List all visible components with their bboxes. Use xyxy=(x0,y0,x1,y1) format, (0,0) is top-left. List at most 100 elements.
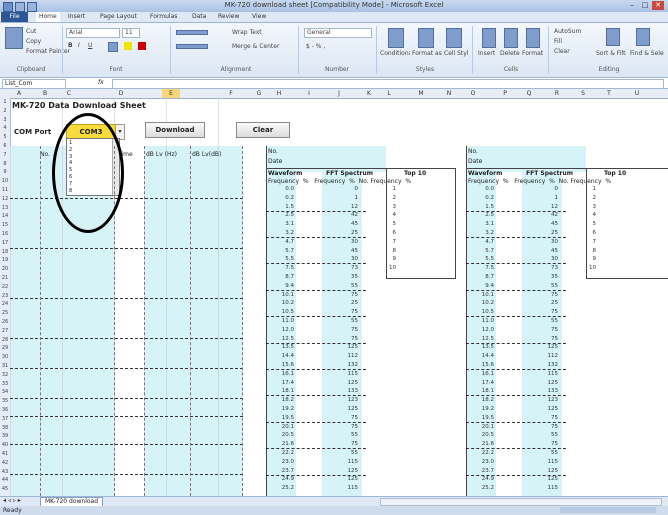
fill-button[interactable]: Fill xyxy=(554,38,562,45)
column-header-c[interactable]: C xyxy=(60,89,78,98)
sort-filter-icon[interactable] xyxy=(606,28,620,46)
row-header[interactable]: 14 xyxy=(0,213,10,219)
borders-icon[interactable] xyxy=(108,42,118,52)
horizontal-scrollbar[interactable] xyxy=(380,498,662,506)
column-header-a[interactable]: A xyxy=(10,89,28,98)
row-header[interactable]: 26 xyxy=(0,319,10,325)
insert-cells-icon[interactable] xyxy=(482,28,496,48)
row-header[interactable]: 30 xyxy=(0,354,10,360)
copy-button[interactable]: Copy xyxy=(26,38,41,45)
find-select-icon[interactable] xyxy=(636,28,650,46)
tab-data[interactable]: Data xyxy=(192,12,206,22)
row-header[interactable]: 2 xyxy=(0,108,10,114)
row-header[interactable]: 33 xyxy=(0,381,10,387)
row-header[interactable]: 3 xyxy=(0,117,10,123)
delete-button[interactable]: Delete xyxy=(500,50,520,57)
row-header[interactable]: 13 xyxy=(0,205,10,211)
autosum-button[interactable]: AutoSum xyxy=(554,28,581,35)
conditional-formatting-button[interactable]: Conditional Formatting xyxy=(380,50,410,57)
tab-insert[interactable]: Insert xyxy=(68,12,85,22)
minimize-button[interactable]: – xyxy=(626,1,638,10)
row-header[interactable]: 1 xyxy=(0,99,10,105)
tab-file[interactable]: File xyxy=(1,12,28,22)
insert-button[interactable]: Insert xyxy=(478,50,495,57)
delete-cells-icon[interactable] xyxy=(504,28,518,48)
row-header[interactable]: 17 xyxy=(0,240,10,246)
column-header-n[interactable]: N xyxy=(440,89,458,98)
row-header[interactable]: 25 xyxy=(0,310,10,316)
row-header[interactable]: 37 xyxy=(0,416,10,422)
paste-icon[interactable] xyxy=(5,27,23,49)
row-header[interactable]: 39 xyxy=(0,433,10,439)
row-header[interactable]: 12 xyxy=(0,196,10,202)
row-header[interactable]: 21 xyxy=(0,275,10,281)
row-header[interactable]: 43 xyxy=(0,469,10,475)
row-header[interactable]: 8 xyxy=(0,161,10,167)
column-header-g[interactable]: G xyxy=(250,89,268,98)
row-header[interactable]: 23 xyxy=(0,293,10,299)
sheet-nav-arrows[interactable]: ◂ ◃ ▹ ▸ xyxy=(3,497,21,504)
row-header[interactable]: 35 xyxy=(0,398,10,404)
close-button[interactable]: ✕ xyxy=(652,1,664,10)
align-left-icon[interactable] xyxy=(176,44,208,49)
row-header[interactable]: 38 xyxy=(0,425,10,431)
row-header[interactable]: 18 xyxy=(0,249,10,255)
row-header[interactable]: 4 xyxy=(0,125,10,131)
column-header-i[interactable]: I xyxy=(300,89,318,98)
column-header-m[interactable]: M xyxy=(412,89,430,98)
maximize-button[interactable]: □ xyxy=(639,1,651,10)
row-header[interactable]: 22 xyxy=(0,284,10,290)
row-header[interactable]: 41 xyxy=(0,451,10,457)
column-header-q[interactable]: Q xyxy=(520,89,538,98)
cell-styles-button[interactable]: Cell Styles xyxy=(444,50,468,57)
row-header[interactable]: 34 xyxy=(0,389,10,395)
tab-page-layout[interactable]: Page Layout xyxy=(100,12,137,22)
row-header[interactable]: 45 xyxy=(0,486,10,492)
download-button[interactable]: Download xyxy=(145,122,205,138)
format-as-table-button[interactable]: Format as Table xyxy=(412,50,442,57)
italic-icon[interactable]: I xyxy=(78,42,80,49)
row-header[interactable]: 28 xyxy=(0,337,10,343)
fill-color-icon[interactable] xyxy=(124,42,132,50)
cut-button[interactable]: Cut xyxy=(26,28,36,35)
column-header-u[interactable]: U xyxy=(628,89,646,98)
find-select-button[interactable]: Find & Select xyxy=(630,50,664,57)
underline-icon[interactable]: U xyxy=(88,42,92,49)
zoom-slider[interactable] xyxy=(560,507,656,513)
tab-formulas[interactable]: Formulas xyxy=(150,12,177,22)
row-header[interactable]: 27 xyxy=(0,328,10,334)
row-header[interactable]: 31 xyxy=(0,363,10,369)
wrap-text-button[interactable]: Wrap Text xyxy=(232,29,262,36)
row-header[interactable]: 40 xyxy=(0,442,10,448)
row-header[interactable]: 10 xyxy=(0,178,10,184)
row-header[interactable]: 11 xyxy=(0,187,10,193)
row-header[interactable]: 24 xyxy=(0,301,10,307)
row-header[interactable]: 32 xyxy=(0,372,10,378)
sort-filter-button[interactable]: Sort & Filter xyxy=(596,50,626,57)
row-header[interactable]: 16 xyxy=(0,231,10,237)
formula-input[interactable] xyxy=(112,79,664,89)
row-header[interactable]: 9 xyxy=(0,169,10,175)
column-header-s[interactable]: S xyxy=(574,89,592,98)
conditional-formatting-icon[interactable] xyxy=(388,28,404,48)
row-header[interactable]: 29 xyxy=(0,345,10,351)
format-painter-button[interactable]: Format Painter xyxy=(26,48,70,55)
tab-home[interactable]: Home xyxy=(36,12,60,22)
merge-center-button[interactable]: Merge & Center xyxy=(232,43,279,50)
number-format-box[interactable]: General xyxy=(304,28,372,38)
column-header-k[interactable]: K xyxy=(360,89,378,98)
fx-icon[interactable]: fx xyxy=(98,79,104,86)
font-color-icon[interactable] xyxy=(138,42,146,50)
format-button[interactable]: Format xyxy=(522,50,543,57)
currency-icon[interactable]: $ - % , xyxy=(306,43,325,50)
tab-view[interactable]: View xyxy=(252,12,266,22)
bold-icon[interactable]: B xyxy=(68,42,73,49)
row-header[interactable]: 36 xyxy=(0,407,10,413)
column-header-l[interactable]: L xyxy=(380,89,398,98)
column-header-p[interactable]: P xyxy=(496,89,514,98)
column-header-e[interactable]: E xyxy=(162,89,180,98)
name-box[interactable]: List_Com xyxy=(2,79,66,89)
row-header[interactable]: 15 xyxy=(0,222,10,228)
row-header[interactable]: 44 xyxy=(0,477,10,483)
cell-styles-icon[interactable] xyxy=(446,28,462,48)
